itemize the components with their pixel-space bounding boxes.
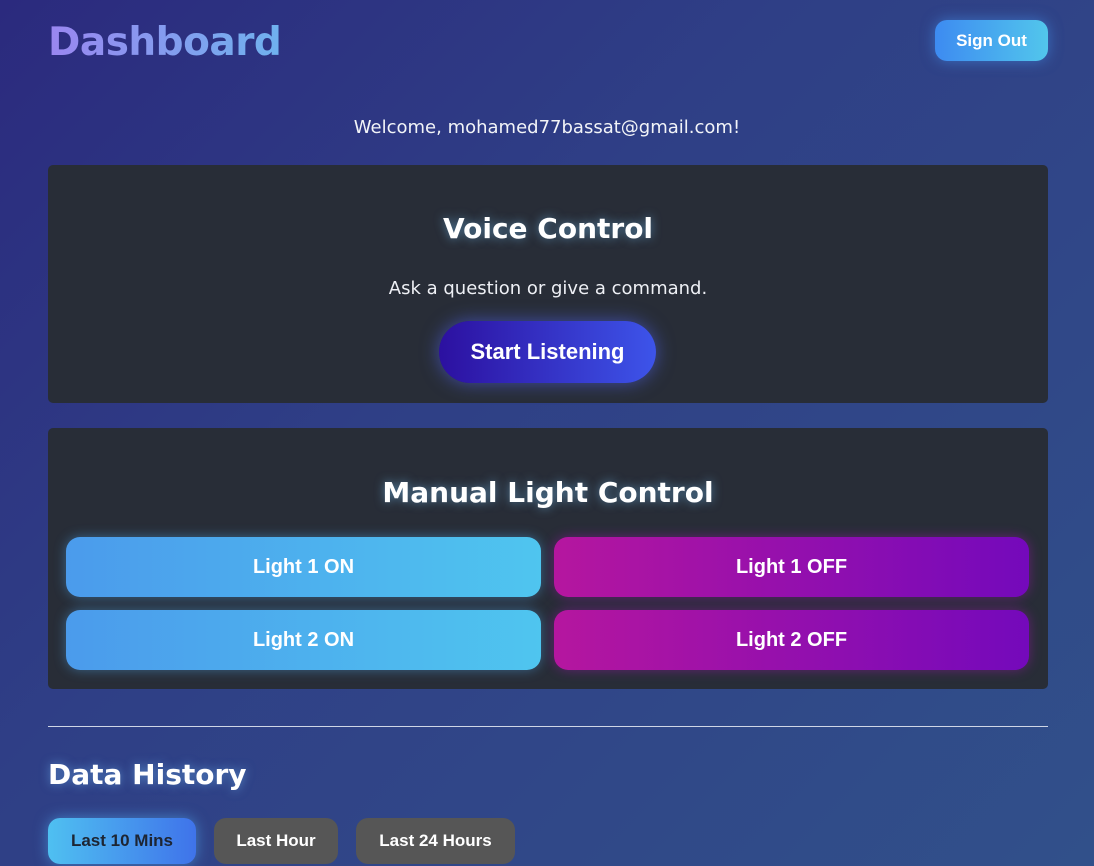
range-last-hour-button[interactable]: Last Hour bbox=[214, 818, 338, 864]
range-last-24-hours-button[interactable]: Last 24 Hours bbox=[356, 818, 515, 864]
manual-light-control-title: Manual Light Control bbox=[382, 476, 714, 509]
page-title: Dashboard bbox=[48, 20, 282, 65]
voice-control-title: Voice Control bbox=[442, 212, 654, 245]
light-1-on-button[interactable]: Light 1 ON bbox=[66, 537, 541, 597]
light-2-on-button[interactable]: Light 2 ON bbox=[66, 610, 541, 670]
welcome-message: Welcome, mohamed77bassat@gmail.com! bbox=[353, 117, 741, 138]
start-listening-button[interactable]: Start Listening bbox=[439, 321, 656, 383]
range-last-10-mins-button[interactable]: Last 10 Mins bbox=[48, 818, 196, 864]
voice-control-panel: Voice Control Ask a question or give a c… bbox=[48, 165, 1048, 403]
section-divider bbox=[48, 726, 1048, 727]
sign-out-button[interactable]: Sign Out bbox=[935, 20, 1048, 61]
voice-control-subtitle: Ask a question or give a command. bbox=[388, 278, 708, 299]
manual-light-control-panel: Manual Light Control Light 1 ON Light 1 … bbox=[48, 428, 1048, 689]
light-2-off-button[interactable]: Light 2 OFF bbox=[554, 610, 1029, 670]
data-history-title: Data History bbox=[48, 758, 247, 791]
light-1-off-button[interactable]: Light 1 OFF bbox=[554, 537, 1029, 597]
